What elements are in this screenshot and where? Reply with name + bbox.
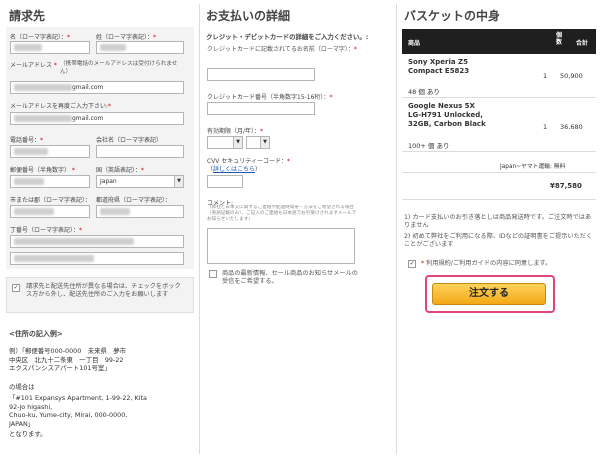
email-confirm-label: メールアドレスを再度ご入力下さい:* <box>10 103 112 110</box>
address-example-title: <住所の記入例> <box>9 330 63 338</box>
col-total: 合計 <box>576 40 589 47</box>
expiry-month-select[interactable]: ▼ <box>207 136 243 149</box>
newsletter-checkbox[interactable] <box>209 270 217 278</box>
column-divider-1 <box>199 4 200 454</box>
city-input[interactable] <box>10 205 90 218</box>
cvv-help-link[interactable]: 詳しくはこちら <box>213 166 255 173</box>
phone-input[interactable] <box>10 145 90 158</box>
item-1-total: 50,900 <box>560 72 583 80</box>
same-address-text: 請求先と配送先住所が異なる場合は、チェックをボックス方から外し、配送先住所のご入… <box>26 283 181 298</box>
payment-title: お支払いの詳細 <box>206 9 291 23</box>
payment-subtitle: クレジット・デビットカードの詳細をご入力ください。: <box>206 33 369 41</box>
postcode-input[interactable] <box>10 175 90 188</box>
newsletter-text: 商品の最新情報、セール商品のお知らせメールの受信をご希望する。 <box>222 270 358 285</box>
cvv-help: （詳しくはこちら） <box>207 166 262 173</box>
prefecture-label: 都道府県（ローマ字表記）： <box>96 197 172 204</box>
first-name-input[interactable] <box>10 41 90 54</box>
item-divider <box>402 151 596 152</box>
postcode-label: 郵便番号（半角数字） * <box>10 167 75 174</box>
company-label: 会社名（ローマ字表記） <box>96 137 163 144</box>
last-name-label: 姓（ローマ字表記）：* <box>96 34 157 41</box>
same-address-checkbox[interactable]: ✓ <box>12 284 20 292</box>
street-input-1[interactable] <box>10 235 184 248</box>
basket-table-header: 商品 個数 合計 <box>402 29 596 54</box>
col-qty: 個数 <box>556 32 563 46</box>
expiry-year-select[interactable]: ▼ <box>246 136 270 149</box>
email-note: （携帯電話のメールアドレスは受付けられません） <box>60 61 178 75</box>
comment-textarea[interactable] <box>207 228 355 264</box>
card-number-label: クレジットカード番号（半角数字15-16桁）：* <box>207 94 333 101</box>
first-name-label: 名（ローマ字表記）：* <box>10 34 71 41</box>
chevron-down-icon: ▼ <box>233 137 242 148</box>
order-button[interactable]: 注文する <box>432 283 546 305</box>
item-1-qty: 1 <box>543 72 548 80</box>
col-product: 商品 <box>408 40 421 47</box>
cvv-input[interactable] <box>207 175 243 188</box>
expiry-label: 有効期限（月/年）：* <box>207 128 264 135</box>
email-label: メールアドレス * <box>10 62 57 69</box>
email-input[interactable]: gmail.com <box>10 81 184 94</box>
basket-note-1: 1) カード支払いのお引き落としは商品発送時です。ご注文時ではありません <box>404 214 592 229</box>
item-1-stock: 48 個 あり <box>408 88 440 96</box>
item-2-stock: 100+ 個 あり <box>408 142 450 150</box>
country-label: 国（英語表記）：* <box>96 167 145 174</box>
prefecture-input[interactable] <box>96 205 184 218</box>
column-divider-2 <box>396 4 397 454</box>
street-label: 丁番号（ローマ字表記）：* <box>10 227 83 234</box>
basket-title: バスケットの中身 <box>404 9 501 23</box>
terms-checkbox[interactable]: ✓ <box>408 260 416 268</box>
grand-total: ¥87,580 <box>550 182 582 190</box>
address-example-en: 「#101 Expansys Apartment, 1-99-22, Kita … <box>9 394 147 428</box>
shipping-label: Japan~ヤマト運輸: 無料 <box>500 164 566 170</box>
street-input-2[interactable] <box>10 252 184 265</box>
item-divider <box>402 97 596 98</box>
item-2-qty: 1 <box>543 123 548 131</box>
country-select[interactable]: Japan ▼ <box>96 175 184 188</box>
chevron-down-icon: ▼ <box>260 137 269 148</box>
address-example-outro: となります。 <box>9 430 47 438</box>
address-example-jp: 例）「郵便番号000-0000 未来県 夢市 中央区 北九十二条東 一丁目 99… <box>9 347 127 373</box>
last-name-input[interactable] <box>96 41 184 54</box>
address-example-intro: の場合は <box>9 383 35 391</box>
comment-note: （弊社と日本交に関するご連絡や配送時間帯・方法をご希望される場合（英語記載のみ）… <box>207 205 357 222</box>
email-confirm-input[interactable]: gmail.com <box>10 112 184 125</box>
item-1-name: Sony Xperia Z5 Compact E5823 <box>408 58 470 75</box>
city-label: 市または郡（ローマ字表記）： <box>10 197 92 204</box>
card-name-label: クレジットカードに記載されてるお名前（ローマ字）：* <box>207 46 357 53</box>
basket-note-2: 2) 初めて弊社をご利用になる際、IDなどの証明書をご提示いただくことがございま… <box>404 233 593 248</box>
item-2-total: 36,680 <box>560 123 583 131</box>
phone-label: 電話番号：* <box>10 137 44 144</box>
totals-divider <box>402 199 596 200</box>
billing-title: 請求先 <box>9 9 46 23</box>
item-2-name: Google Nexus 5X LG-H791 Unlocked, 32GB, … <box>408 102 486 128</box>
chevron-down-icon: ▼ <box>174 176 183 187</box>
card-number-input[interactable] <box>207 102 315 115</box>
terms-text: * 利用規約/ご利用ガイドの内容に同意します。 <box>421 260 552 267</box>
totals-divider <box>402 172 596 173</box>
company-input[interactable] <box>96 145 184 158</box>
card-name-input[interactable] <box>207 68 315 81</box>
